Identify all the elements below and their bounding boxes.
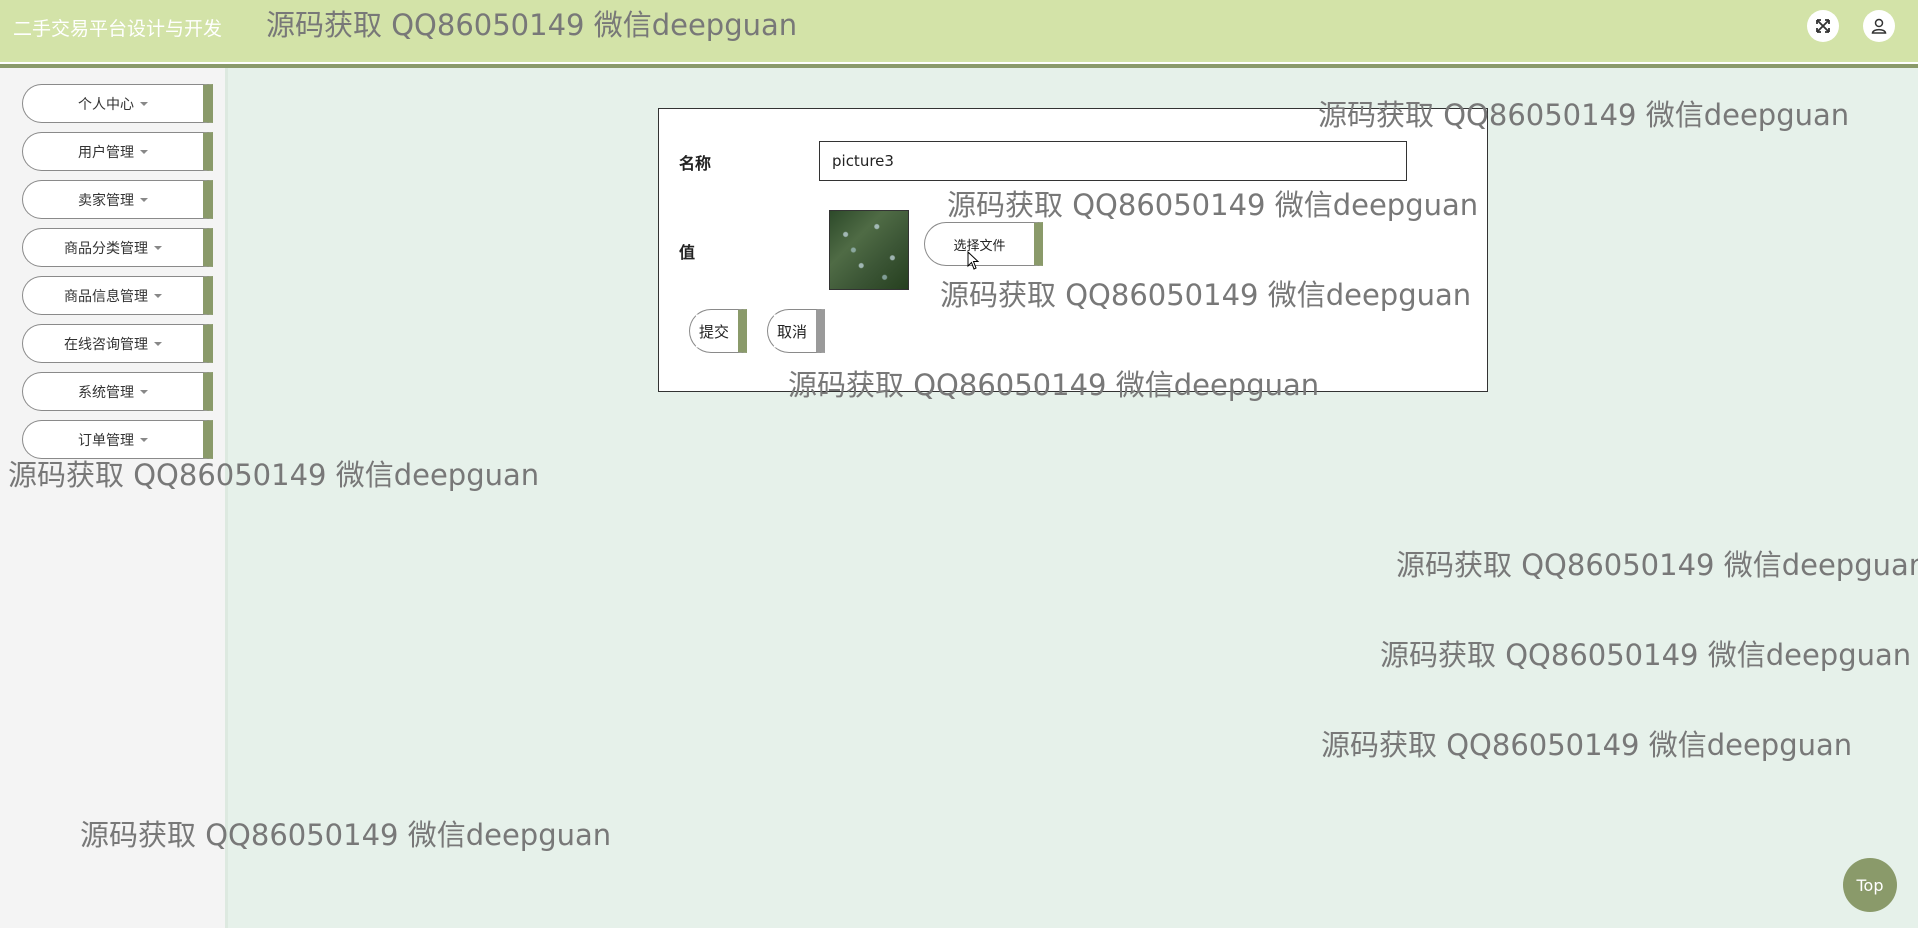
- sidebar: 个人中心 用户管理 卖家管理 商品分类管理 商品信息管理 在线咨询管理 系统管理…: [0, 68, 228, 928]
- cancel-label: 取消: [776, 322, 807, 341]
- sidebar-item-label: 商品信息管理: [64, 288, 148, 305]
- caret-down-icon: [140, 389, 148, 394]
- top-bar: 二手交易平台设计与开发: [0, 0, 1918, 62]
- fullscreen-icon: [1816, 19, 1830, 33]
- value-label: 值: [679, 243, 696, 262]
- sidebar-item-label: 个人中心: [78, 96, 134, 113]
- choose-file-button[interactable]: 选择文件: [924, 222, 1043, 266]
- sidebar-item-consultation-management[interactable]: 在线咨询管理: [22, 324, 213, 363]
- edit-form-card: 名称 值 选择文件 提交 取消: [658, 108, 1488, 392]
- caret-down-icon: [154, 293, 162, 298]
- watermark-text: 源码获取 QQ86050149 微信deepguan: [1396, 548, 1918, 582]
- app-title: 二手交易平台设计与开发: [13, 18, 223, 40]
- sidebar-item-user-management[interactable]: 用户管理: [22, 132, 213, 171]
- name-input[interactable]: [819, 141, 1407, 181]
- header-divider: [0, 62, 1918, 68]
- sidebar-item-product-management[interactable]: 商品信息管理: [22, 276, 213, 315]
- back-to-top-label: Top: [1856, 875, 1884, 895]
- back-to-top-button[interactable]: Top: [1843, 858, 1897, 912]
- sidebar-item-label: 商品分类管理: [64, 240, 148, 257]
- fullscreen-button[interactable]: [1807, 10, 1839, 42]
- sidebar-item-label: 用户管理: [78, 144, 134, 161]
- caret-down-icon: [140, 101, 148, 106]
- watermark-text: 源码获取 QQ86050149 微信deepguan: [1380, 638, 1912, 672]
- sidebar-item-label: 在线咨询管理: [64, 336, 148, 353]
- mouse-cursor-icon: [967, 251, 980, 270]
- sidebar-item-label: 系统管理: [78, 384, 134, 401]
- user-icon: [1871, 18, 1887, 34]
- sidebar-item-system-management[interactable]: 系统管理: [22, 372, 213, 411]
- submit-button[interactable]: 提交: [689, 309, 747, 353]
- caret-down-icon: [154, 245, 162, 250]
- image-preview: [829, 210, 909, 290]
- caret-down-icon: [140, 437, 148, 442]
- sidebar-item-order-management[interactable]: 订单管理: [22, 420, 213, 459]
- sidebar-item-seller-management[interactable]: 卖家管理: [22, 180, 213, 219]
- name-label: 名称: [679, 154, 712, 173]
- watermark-text: 源码获取 QQ86050149 微信deepguan: [1321, 728, 1853, 762]
- user-button[interactable]: [1863, 10, 1895, 42]
- sidebar-item-category-management[interactable]: 商品分类管理: [22, 228, 213, 267]
- caret-down-icon: [140, 197, 148, 202]
- sidebar-item-label: 卖家管理: [78, 192, 134, 209]
- cancel-button[interactable]: 取消: [767, 309, 825, 353]
- submit-label: 提交: [698, 322, 729, 341]
- caret-down-icon: [154, 341, 162, 346]
- caret-down-icon: [140, 149, 148, 154]
- sidebar-item-personal-center[interactable]: 个人中心: [22, 84, 213, 123]
- sidebar-item-label: 订单管理: [78, 432, 134, 449]
